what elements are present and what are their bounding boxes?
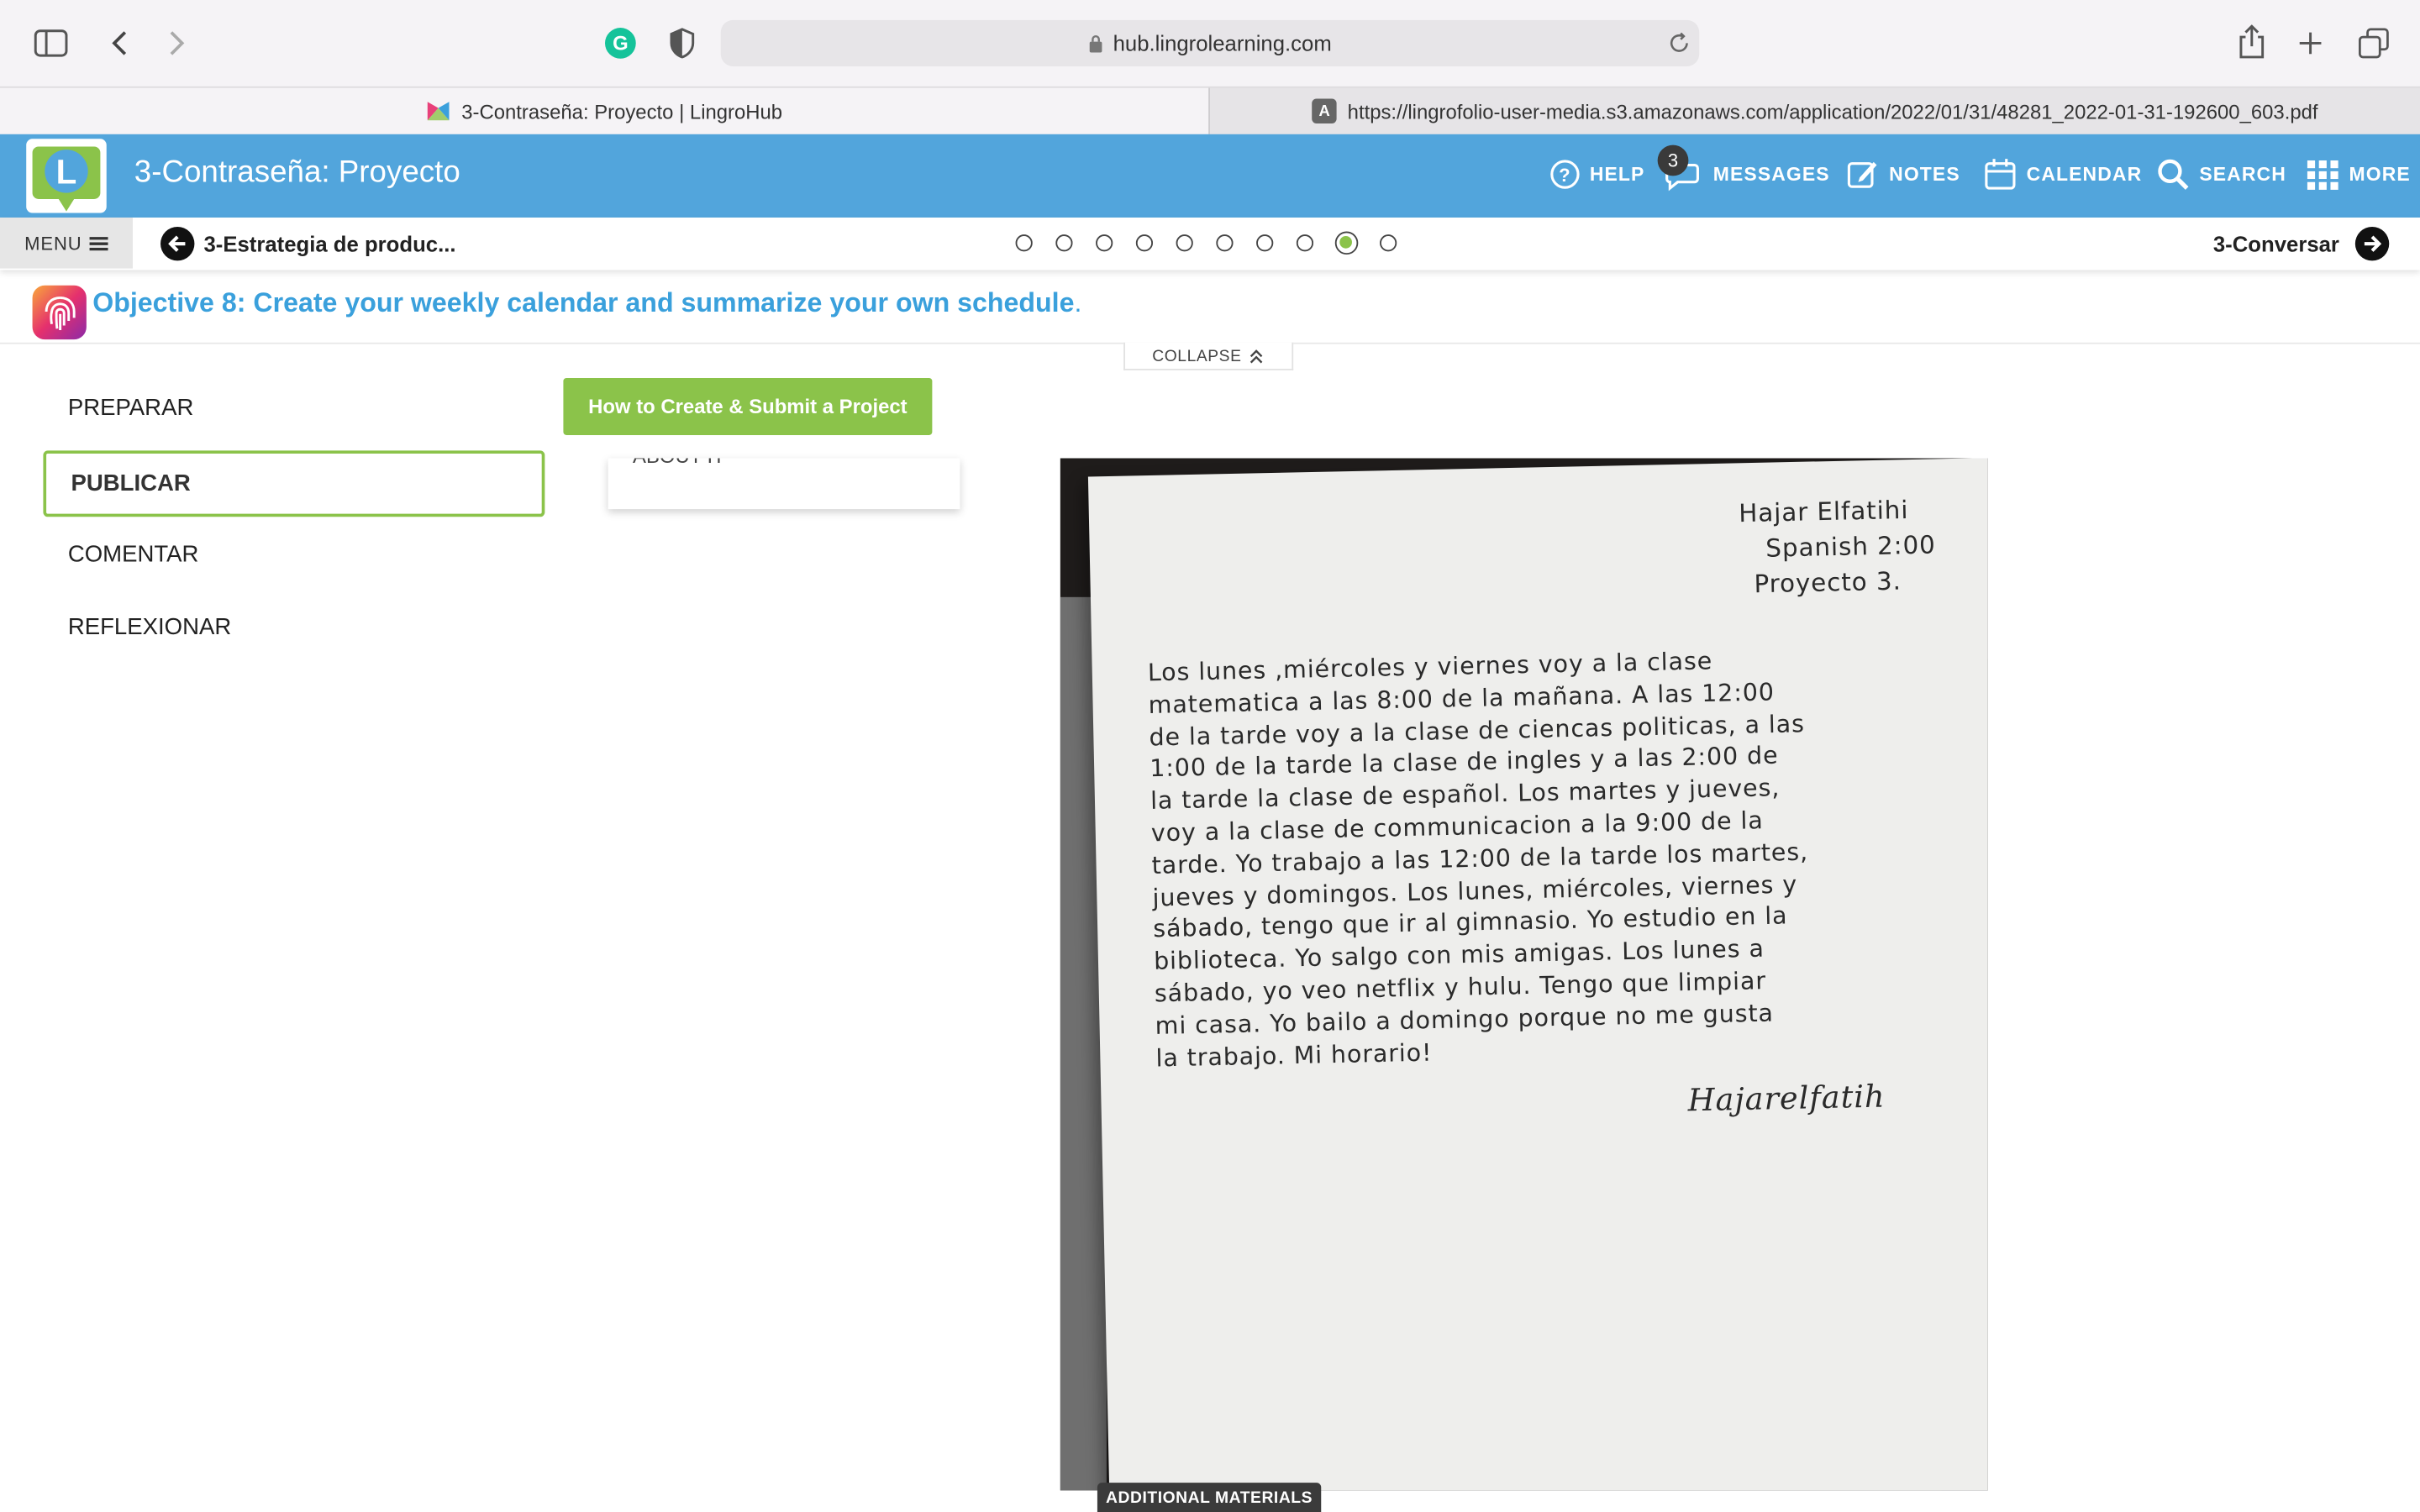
help-icon: ?: [1550, 160, 1580, 189]
tab-bar: 3-Contraseña: Proyecto | LingroHub A htt…: [0, 86, 2420, 134]
messages-nav[interactable]: MESSAGES: [1664, 156, 1830, 193]
handwritten-text: Los lunes ,miércoles y viernes voy a la …: [1148, 643, 1813, 1074]
share-icon[interactable]: [2230, 20, 2273, 63]
calendar-icon: [1985, 159, 2016, 190]
back-icon[interactable]: [97, 22, 140, 65]
step-dot[interactable]: [1135, 234, 1154, 252]
help-nav[interactable]: ? HELP: [1549, 156, 1644, 193]
step-dot[interactable]: [1296, 234, 1314, 252]
app-title: 3-Contraseña: Proyecto: [134, 155, 460, 190]
chevron-double-up-icon: [1250, 349, 1264, 363]
notes-nav[interactable]: NOTES: [1846, 156, 1960, 193]
tab-lingrohub[interactable]: 3-Contraseña: Proyecto | LingroHub: [0, 87, 1209, 134]
menu-button[interactable]: MENU: [0, 217, 133, 269]
tab-title: https://lingrofolio-user-media.s3.amazon…: [1347, 99, 2318, 123]
arrow-left-icon: [160, 227, 195, 261]
step-dot[interactable]: [1055, 234, 1073, 252]
lingro-logo[interactable]: L: [26, 139, 107, 213]
grid-icon: [2307, 160, 2338, 190]
notes-edit-icon: [1847, 161, 1877, 188]
calendar-nav[interactable]: CALENDAR: [1983, 156, 2142, 193]
objective-title: Objective 8: Create your weekly calendar…: [92, 286, 1082, 318]
forward-icon[interactable]: [156, 22, 199, 65]
privacy-shield-icon[interactable]: [660, 22, 703, 65]
step-dot[interactable]: [1216, 234, 1234, 252]
lock-icon: [1090, 34, 1102, 53]
step-dot[interactable]: [1015, 234, 1033, 252]
tab-overview-icon[interactable]: [2352, 22, 2395, 65]
step-dot[interactable]: [1096, 234, 1113, 252]
messages-count-badge: 3: [1657, 144, 1689, 176]
submission-photo: Hajar Elfatihi Spanish 2:00 Proyecto 3. …: [1060, 458, 1988, 1491]
how-to-submit-button[interactable]: How to Create & Submit a Project: [563, 378, 933, 435]
svg-text:L: L: [56, 153, 77, 192]
address-bar[interactable]: hub.lingrolearning.com: [720, 19, 1700, 66]
menu-item-preparar[interactable]: PREPARAR: [68, 395, 194, 421]
previous-lesson-link[interactable]: 3-Estrategia de produc...: [160, 225, 456, 262]
fingerprint-icon: [32, 285, 87, 340]
arrow-right-icon: [2354, 227, 2389, 261]
step-dot[interactable]: [1334, 231, 1359, 255]
collapse-toggle[interactable]: COLLAPSE: [1123, 342, 1294, 370]
search-icon: [2158, 159, 2189, 190]
project-name: Proyecto 3.: [1754, 566, 1902, 599]
new-tab-icon[interactable]: [2289, 22, 2332, 65]
signature: Hajarelfatih: [1687, 1077, 1886, 1119]
card-text: ABOUT IT: [633, 459, 725, 468]
url-text: hub.lingrolearning.com: [1113, 30, 1332, 56]
handwritten-page: Hajar Elfatihi Spanish 2:00 Proyecto 3. …: [1087, 458, 1988, 1491]
class-name: Spanish 2:00: [1765, 529, 1937, 564]
reload-icon[interactable]: [1658, 22, 1701, 65]
step-dot[interactable]: [1380, 234, 1397, 252]
lingro-favicon-icon: [427, 102, 450, 121]
svg-text:?: ?: [1559, 165, 1571, 186]
svg-text:G: G: [613, 33, 629, 55]
hamburger-icon: [89, 236, 108, 250]
menu-item-reflexionar[interactable]: REFLEXIONAR: [68, 614, 231, 640]
tab-title: 3-Contraseña: Proyecto | LingroHub: [461, 99, 783, 123]
tab-pdf[interactable]: A https://lingrofolio-user-media.s3.amaz…: [1208, 87, 2420, 134]
dropdown-card[interactable]: ABOUT IT: [608, 458, 960, 510]
pdf-favicon-icon: A: [1312, 98, 1337, 123]
additional-materials-tab[interactable]: ADDITIONAL MATERIALS: [1097, 1483, 1322, 1512]
step-dot[interactable]: [1176, 234, 1193, 252]
grammarly-extension-icon[interactable]: G: [599, 22, 642, 65]
sidebar-toggle-icon[interactable]: [29, 22, 72, 65]
student-name: Hajar Elfatihi: [1738, 495, 1909, 528]
more-nav[interactable]: MORE: [2306, 156, 2411, 193]
search-nav[interactable]: SEARCH: [2156, 156, 2286, 193]
next-lesson-link[interactable]: 3-Conversar: [2213, 225, 2389, 262]
menu-item-publicar[interactable]: PUBLICAR: [43, 450, 545, 517]
menu-item-comentar[interactable]: COMENTAR: [68, 542, 199, 568]
step-dot[interactable]: [1256, 234, 1274, 252]
